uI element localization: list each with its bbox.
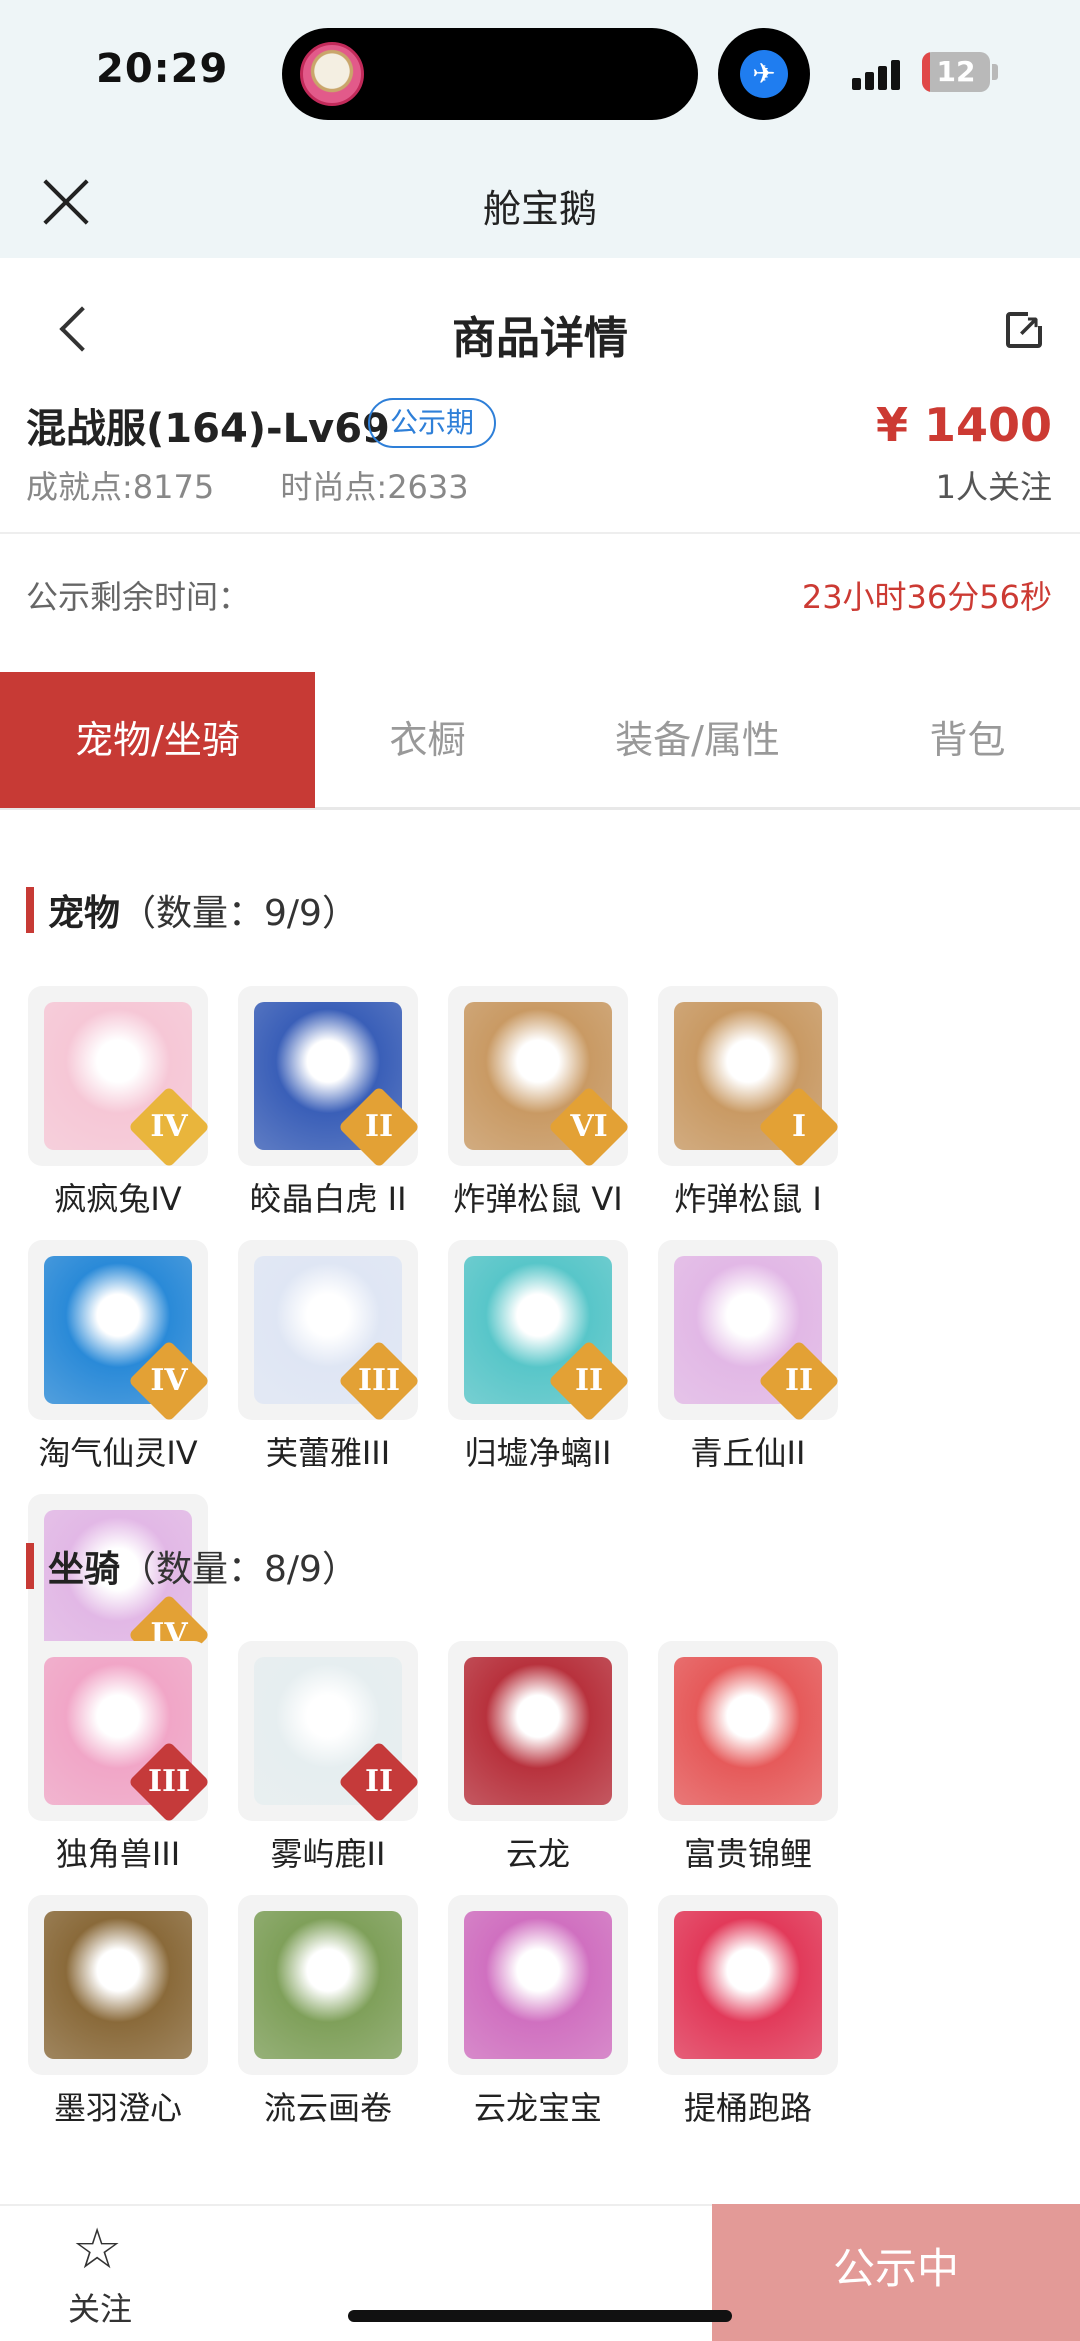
grid-item[interactable]: I 炸弹松鼠 I bbox=[658, 986, 868, 1240]
item-artwork bbox=[464, 1911, 612, 2059]
item-label: 墨羽澄心 bbox=[53, 2089, 182, 2127]
item-label: 流云画卷 bbox=[263, 2089, 392, 2127]
grid-item[interactable]: IV 疯疯兔IV bbox=[28, 986, 238, 1240]
item-thumbnail[interactable]: VI bbox=[448, 986, 628, 1166]
item-artwork bbox=[254, 1911, 402, 2059]
remaining-label: 公示剩余时间： bbox=[26, 578, 251, 616]
plane-icon: ✈ bbox=[740, 50, 788, 98]
item-label: 青丘仙II bbox=[690, 1434, 806, 1472]
divider bbox=[0, 532, 1080, 534]
item-stats: 成就点:8175 时尚点:2633 bbox=[26, 462, 525, 508]
item-thumbnail[interactable]: II bbox=[238, 986, 418, 1166]
grid-item[interactable]: II 皎晶白虎 II bbox=[238, 986, 448, 1240]
item-label: 淘气仙灵IV bbox=[38, 1434, 198, 1472]
island-app-icon bbox=[300, 42, 364, 106]
grid-item[interactable]: 富贵锦鲤 bbox=[658, 1641, 868, 1895]
item-label: 炸弹松鼠 VI bbox=[453, 1180, 623, 1218]
tab-bag[interactable]: 背包 bbox=[855, 672, 1080, 808]
signal-icon bbox=[852, 56, 912, 90]
section-marker bbox=[26, 887, 34, 933]
item-label: 提桶跑路 bbox=[683, 2089, 812, 2127]
grade-numeral: VI bbox=[570, 1109, 608, 1144]
item-thumbnail[interactable] bbox=[658, 1895, 838, 2075]
item-thumbnail[interactable] bbox=[658, 1641, 838, 1821]
item-thumbnail[interactable]: II bbox=[658, 1240, 838, 1420]
battery-tip bbox=[992, 64, 998, 80]
item-label: 雾屿鹿II bbox=[270, 1835, 386, 1873]
grade-numeral: III bbox=[357, 1363, 401, 1398]
item-artwork bbox=[674, 1911, 822, 2059]
item-label: 独角兽III bbox=[55, 1835, 181, 1873]
item-label: 云龙宝宝 bbox=[473, 2089, 602, 2127]
item-label: 皎晶白虎 II bbox=[249, 1180, 407, 1218]
item-label: 炸弹松鼠 I bbox=[674, 1180, 822, 1218]
item-thumbnail[interactable]: III bbox=[28, 1641, 208, 1821]
grid-item[interactable]: VI 炸弹松鼠 VI bbox=[448, 986, 658, 1240]
item-thumbnail[interactable]: IV bbox=[28, 986, 208, 1166]
item-label: 疯疯兔IV bbox=[54, 1180, 182, 1218]
grid-item[interactable]: II 青丘仙II bbox=[658, 1240, 868, 1494]
item-label: 归墟净螭II bbox=[464, 1434, 612, 1472]
follow-button[interactable]: 关注 bbox=[68, 2284, 132, 2330]
grade-numeral: II bbox=[574, 1363, 604, 1398]
pets-grid: IV 疯疯兔IV II 皎晶白虎 II VI 炸弹松鼠 VI I 炸弹松鼠 I IV 淘气仙灵IV… bbox=[28, 986, 1052, 1748]
tab-equipment[interactable]: 装备/属性 bbox=[540, 672, 855, 808]
grid-item[interactable]: II 归墟净螭II bbox=[448, 1240, 658, 1494]
page-title: 商品详情 bbox=[452, 313, 628, 364]
item-artwork bbox=[44, 1911, 192, 2059]
app-title: 舱宝鹅 bbox=[482, 187, 597, 231]
grid-item[interactable]: II 雾屿鹿II bbox=[238, 1641, 448, 1895]
item-name: 混战服(164)-Lv69 bbox=[26, 406, 390, 452]
item-thumbnail[interactable] bbox=[238, 1895, 418, 2075]
share-arrow-icon: ↗ bbox=[1016, 310, 1042, 345]
grade-numeral: III bbox=[147, 1764, 191, 1799]
mounts-grid: III 独角兽III II 雾屿鹿II 云龙 富贵锦鲤墨羽澄心 流云画卷 云龙宝宝 提桶跑路 bbox=[28, 1641, 1052, 2149]
tab-wardrobe[interactable]: 衣橱 bbox=[315, 672, 540, 808]
remaining-time: 23小时36分56秒 bbox=[801, 578, 1052, 616]
item-artwork bbox=[464, 1657, 612, 1805]
achievement-points: 成就点:8175 bbox=[26, 468, 215, 506]
grid-item[interactable]: 墨羽澄心 bbox=[28, 1895, 238, 2149]
status-badge: 公示期 bbox=[368, 398, 497, 448]
status-time: 20:29 bbox=[96, 46, 229, 92]
item-thumbnail[interactable]: II bbox=[238, 1641, 418, 1821]
fashion-points: 时尚点:2633 bbox=[280, 468, 469, 506]
item-thumbnail[interactable]: III bbox=[238, 1240, 418, 1420]
pets-section-title: 宠物（数量：9/9） bbox=[26, 884, 358, 936]
grid-item[interactable]: 流云画卷 bbox=[238, 1895, 448, 2149]
grade-numeral: I bbox=[791, 1109, 807, 1144]
home-indicator bbox=[348, 2310, 732, 2322]
item-thumbnail[interactable] bbox=[28, 1895, 208, 2075]
follower-count: 1人关注 bbox=[935, 468, 1052, 506]
item-label: 芙蕾雅III bbox=[265, 1434, 391, 1472]
item-thumbnail[interactable] bbox=[448, 1895, 628, 2075]
tab-bar: 宠物/坐骑 衣橱 装备/属性 背包 bbox=[0, 672, 1080, 810]
item-thumbnail[interactable]: I bbox=[658, 986, 838, 1166]
item-artwork bbox=[674, 1657, 822, 1805]
tab-pets-mounts[interactable]: 宠物/坐骑 bbox=[0, 672, 315, 808]
grid-item[interactable]: 云龙宝宝 bbox=[448, 1895, 658, 2149]
section-marker bbox=[26, 1543, 34, 1589]
grade-numeral: II bbox=[364, 1764, 394, 1799]
star-icon[interactable]: ☆ bbox=[72, 2222, 122, 2278]
grade-numeral: IV bbox=[150, 1109, 188, 1144]
grid-item[interactable]: III 独角兽III bbox=[28, 1641, 238, 1895]
public-status-button[interactable]: 公示中 bbox=[712, 2204, 1080, 2341]
grade-numeral: IV bbox=[150, 1363, 188, 1398]
mounts-section-title: 坐骑（数量：8/9） bbox=[26, 1540, 358, 1592]
item-thumbnail[interactable]: IV bbox=[28, 1240, 208, 1420]
grade-numeral: II bbox=[364, 1109, 394, 1144]
item-thumbnail[interactable]: II bbox=[448, 1240, 628, 1420]
item-price: ¥ 1400 bbox=[875, 398, 1052, 452]
grid-item[interactable]: 提桶跑路 bbox=[658, 1895, 868, 2149]
grid-item[interactable]: III 芙蕾雅III bbox=[238, 1240, 448, 1494]
grid-item[interactable]: IV 淘气仙灵IV bbox=[28, 1240, 238, 1494]
item-label: 云龙 bbox=[505, 1835, 570, 1873]
grade-numeral: II bbox=[784, 1363, 814, 1398]
item-label: 富贵锦鲤 bbox=[683, 1835, 812, 1873]
item-thumbnail[interactable] bbox=[448, 1641, 628, 1821]
battery-text: 12 bbox=[936, 55, 976, 88]
battery-icon: 12 bbox=[922, 52, 990, 92]
grid-item[interactable]: 云龙 bbox=[448, 1641, 658, 1895]
